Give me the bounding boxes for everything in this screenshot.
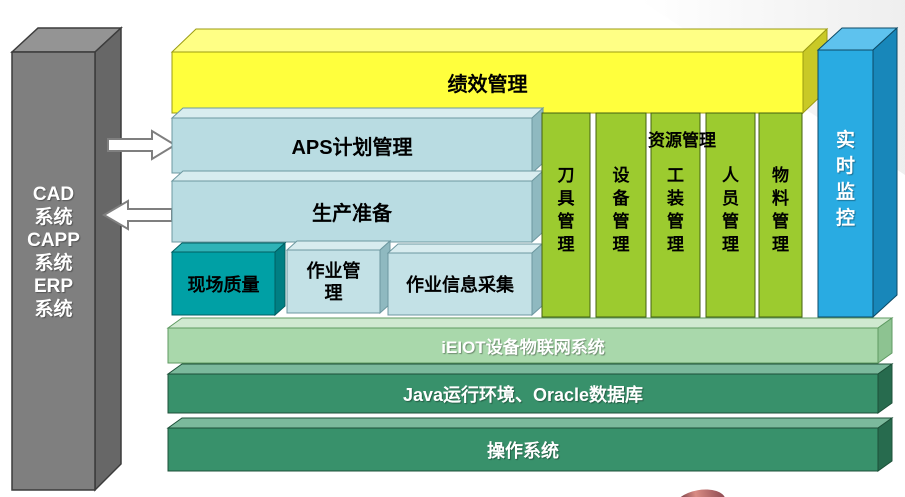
runtime-layer-label: Java运行环境、Oracle数据库: [168, 374, 878, 413]
os-layer-label: 操作系统: [168, 428, 878, 471]
job-info-box-side: [532, 244, 542, 315]
external-systems-line: CAPP: [27, 229, 80, 252]
resource-column-tool-text: 刀具管理: [556, 164, 576, 256]
resource-column-material-label: 物料管理: [759, 164, 802, 264]
site-quality-label: 现场质量: [172, 252, 275, 315]
resource-column-personnel-label: 人员管理: [706, 164, 755, 264]
performance-bar-top: [172, 29, 827, 52]
job-management-text: 作业管理: [305, 260, 363, 304]
job-management-box-top: [287, 241, 390, 250]
external-systems-line: CAD: [33, 183, 74, 206]
production-prep-label: 生产准备: [172, 181, 532, 242]
resource-column-fixture-label: 工装管理: [651, 164, 700, 264]
job-management-label: 作业管理: [287, 250, 380, 313]
resource-column-equipment-label: 设备管理: [596, 164, 646, 264]
resource-column-material-text: 物料管理: [771, 164, 791, 256]
job-info-label: 作业信息采集: [388, 253, 532, 315]
external-systems-line: 系统: [34, 298, 72, 321]
iot-layer-label: iEIOT设备物联网系统: [168, 328, 878, 363]
aps-planning-label: APS计划管理: [172, 118, 532, 173]
runtime-layer-top: [168, 364, 892, 374]
resource-column-equipment-text: 设备管理: [611, 164, 631, 256]
performance-label: 绩效管理: [172, 52, 803, 113]
clipped-object: [672, 486, 728, 497]
external-systems-line: 系统: [34, 206, 72, 229]
external-systems-line: 系统: [34, 252, 72, 275]
resource-column-fixture-text: 工装管理: [666, 164, 686, 256]
resource-column-personnel-text: 人员管理: [721, 164, 741, 256]
resource-management-label: 资源管理: [552, 128, 812, 148]
realtime-monitoring-label: 实时监控: [818, 128, 873, 240]
realtime-bar-side: [873, 28, 897, 317]
external-systems-box-side: [95, 28, 121, 490]
site-quality-box-top: [172, 243, 285, 252]
job-info-box-top: [388, 244, 542, 253]
architecture-diagram: CAD 系统 CAPP 系统 ERP 系统 绩效管理 APS计划管理 生产准备 …: [0, 0, 905, 497]
iot-layer-top: [168, 318, 892, 328]
external-systems-line: ERP: [34, 275, 73, 298]
resource-column-tool-label: 刀具管理: [542, 164, 590, 264]
site-quality-box-side: [275, 243, 285, 315]
external-systems-label: CAD 系统 CAPP 系统 ERP 系统: [12, 182, 95, 322]
realtime-monitoring-text: 实时监控: [835, 128, 857, 232]
os-layer-side: [878, 418, 892, 471]
os-layer-top: [168, 418, 892, 428]
